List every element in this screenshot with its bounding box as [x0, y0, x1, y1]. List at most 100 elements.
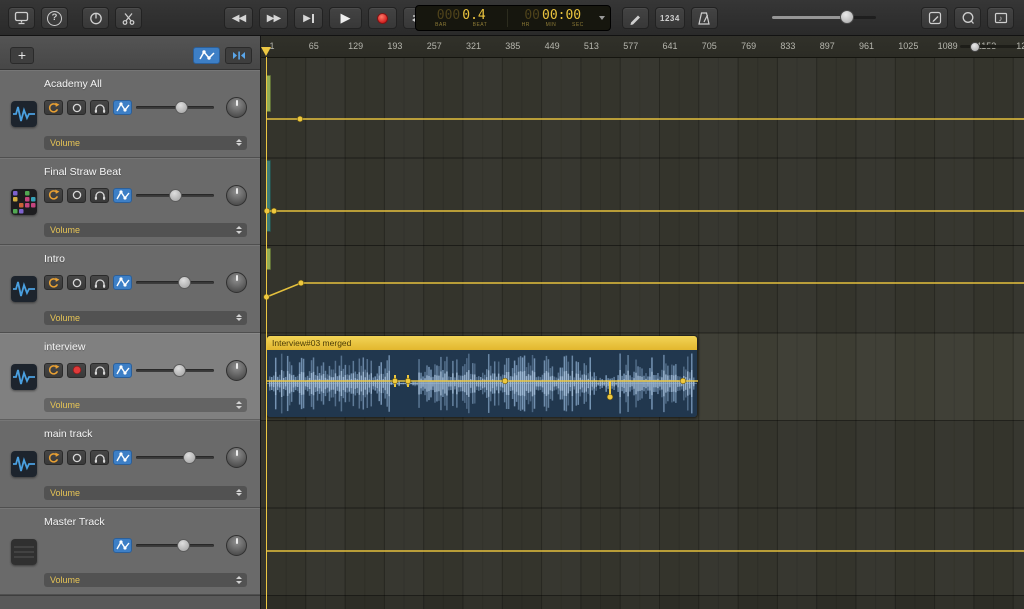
loop-browser-button[interactable]	[954, 7, 981, 29]
automation-parameter-dropdown[interactable]: Volume	[44, 573, 247, 587]
zoom-thumb[interactable]	[970, 42, 980, 52]
slider-thumb[interactable]	[169, 189, 182, 202]
timeline-ruler[interactable]: 1651291932573213854495135776417057698338…	[261, 36, 1024, 58]
playhead-handle[interactable]	[261, 47, 271, 56]
count-in-button[interactable]: 1234	[655, 7, 685, 29]
forward-button[interactable]: ▶▶	[259, 7, 288, 29]
track-header-interview[interactable]: interview Volume	[0, 333, 260, 421]
record-button[interactable]	[368, 7, 397, 29]
track-header-panel: + Academy All Volume Final Straw Beat	[0, 36, 261, 609]
play-button[interactable]: ▶	[329, 7, 362, 29]
cycle-region-button[interactable]	[44, 188, 63, 203]
ruler-label: 833	[780, 41, 795, 51]
timeline-lane-master-track[interactable]	[261, 508, 1024, 596]
input-monitoring-button[interactable]	[90, 450, 109, 465]
track-volume-slider[interactable]	[136, 539, 214, 552]
input-monitoring-button[interactable]	[90, 363, 109, 378]
track-controls	[44, 538, 132, 553]
chevron-updown-icon	[236, 576, 242, 584]
media-browser-button[interactable]: ♪	[987, 7, 1014, 29]
record-enable-button[interactable]	[67, 275, 86, 290]
track-pan-knob[interactable]	[226, 447, 247, 468]
track-pan-knob[interactable]	[226, 97, 247, 118]
lcd-label-hr: HR	[522, 22, 530, 28]
toolbar: ? ◀◀ ▶▶ ▶ ▶ 0000.4 BARBEAT	[0, 0, 1024, 36]
automation-parameter-dropdown[interactable]: Volume	[44, 223, 247, 237]
ruler-label: 449	[545, 41, 560, 51]
cycle-region-button[interactable]	[44, 275, 63, 290]
show-automation-button[interactable]	[193, 47, 220, 64]
panel-header: +	[0, 36, 260, 70]
input-monitoring-button[interactable]	[90, 100, 109, 115]
quick-help-button[interactable]: ?	[41, 7, 68, 29]
pencil-tool-button[interactable]	[622, 7, 649, 29]
record-enable-button[interactable]	[67, 188, 86, 203]
chevron-updown-icon	[236, 401, 242, 409]
record-enable-button[interactable]	[67, 450, 86, 465]
track-header-intro[interactable]: Intro Volume	[0, 245, 260, 333]
master-volume-slider[interactable]	[772, 16, 876, 19]
cycle-region-button[interactable]	[44, 450, 63, 465]
slider-thumb[interactable]	[177, 539, 190, 552]
slider-thumb[interactable]	[175, 101, 188, 114]
track-volume-slider[interactable]	[136, 276, 214, 289]
track-volume-slider[interactable]	[136, 101, 214, 114]
track-volume-slider[interactable]	[136, 189, 214, 202]
notepad-button[interactable]	[921, 7, 948, 29]
cycle-region-button[interactable]	[44, 363, 63, 378]
zoom-slider[interactable]	[960, 45, 1018, 48]
catch-playhead-button[interactable]	[225, 47, 252, 64]
slider-thumb[interactable]	[173, 364, 186, 377]
track-header-final-straw-beat[interactable]: Final Straw Beat Volume	[0, 158, 260, 246]
chevron-down-icon[interactable]	[599, 16, 605, 20]
lcd-display[interactable]: 0000.4 BARBEAT 0000:00 HRMINSEC	[415, 5, 611, 31]
smart-controls-button[interactable]	[82, 7, 109, 29]
track-automation-button[interactable]	[113, 450, 132, 465]
track-automation-button[interactable]	[113, 188, 132, 203]
editors-button[interactable]	[115, 7, 142, 29]
track-automation-button[interactable]	[113, 538, 132, 553]
region-name-header[interactable]: Interview#03 merged	[267, 336, 697, 350]
track-pan-knob[interactable]	[226, 185, 247, 206]
cycle-icon	[47, 364, 60, 376]
track-volume-slider[interactable]	[136, 364, 214, 377]
playhead[interactable]	[266, 57, 268, 609]
track-header-main-track[interactable]: main track Volume	[0, 420, 260, 508]
track-automation-button[interactable]	[113, 363, 132, 378]
cycle-region-button[interactable]	[44, 100, 63, 115]
automation-parameter-dropdown[interactable]: Volume	[44, 486, 247, 500]
timeline-lane-main-track[interactable]	[261, 421, 1024, 509]
slider-thumb[interactable]	[183, 451, 196, 464]
slider-thumb[interactable]	[178, 276, 191, 289]
track-header-master-track[interactable]: Master Track Volume	[0, 508, 260, 596]
fast-forward-icon: ▶▶	[267, 13, 280, 24]
metronome-button[interactable]	[691, 7, 718, 29]
timeline-lane-final-straw-beat[interactable]	[261, 158, 1024, 246]
volume-thumb[interactable]	[840, 10, 854, 24]
input-monitoring-button[interactable]	[90, 275, 109, 290]
record-enable-button[interactable]	[67, 363, 86, 378]
record-enable-button[interactable]	[67, 100, 86, 115]
track-automation-button[interactable]	[113, 275, 132, 290]
library-button[interactable]	[8, 7, 35, 29]
lcd-time-dim: 00	[524, 8, 540, 23]
input-monitoring-button[interactable]	[90, 188, 109, 203]
automation-parameter-dropdown[interactable]: Volume	[44, 311, 247, 325]
lcd-label-bar: BAR	[435, 22, 447, 28]
timeline-lane-tail[interactable]	[261, 596, 1024, 609]
track-pan-knob[interactable]	[226, 360, 247, 381]
track-volume-slider[interactable]	[136, 451, 214, 464]
add-track-button[interactable]: +	[10, 47, 34, 64]
skip-to-end-button[interactable]: ▶	[294, 7, 323, 29]
audio-region-interview[interactable]: Interview#03 merged	[266, 335, 698, 418]
input-monitor-icon	[93, 189, 107, 201]
rewind-button[interactable]: ◀◀	[224, 7, 253, 29]
automation-parameter-dropdown[interactable]: Volume	[44, 398, 247, 412]
track-automation-button[interactable]	[113, 100, 132, 115]
automation-parameter-dropdown[interactable]: Volume	[44, 136, 247, 150]
track-pan-knob[interactable]	[226, 272, 247, 293]
track-pan-knob[interactable]	[226, 535, 247, 556]
track-header-academy-all[interactable]: Academy All Volume	[0, 70, 260, 158]
timeline-lane-academy-all[interactable]	[261, 58, 1024, 158]
timeline-lane-intro[interactable]	[261, 246, 1024, 334]
